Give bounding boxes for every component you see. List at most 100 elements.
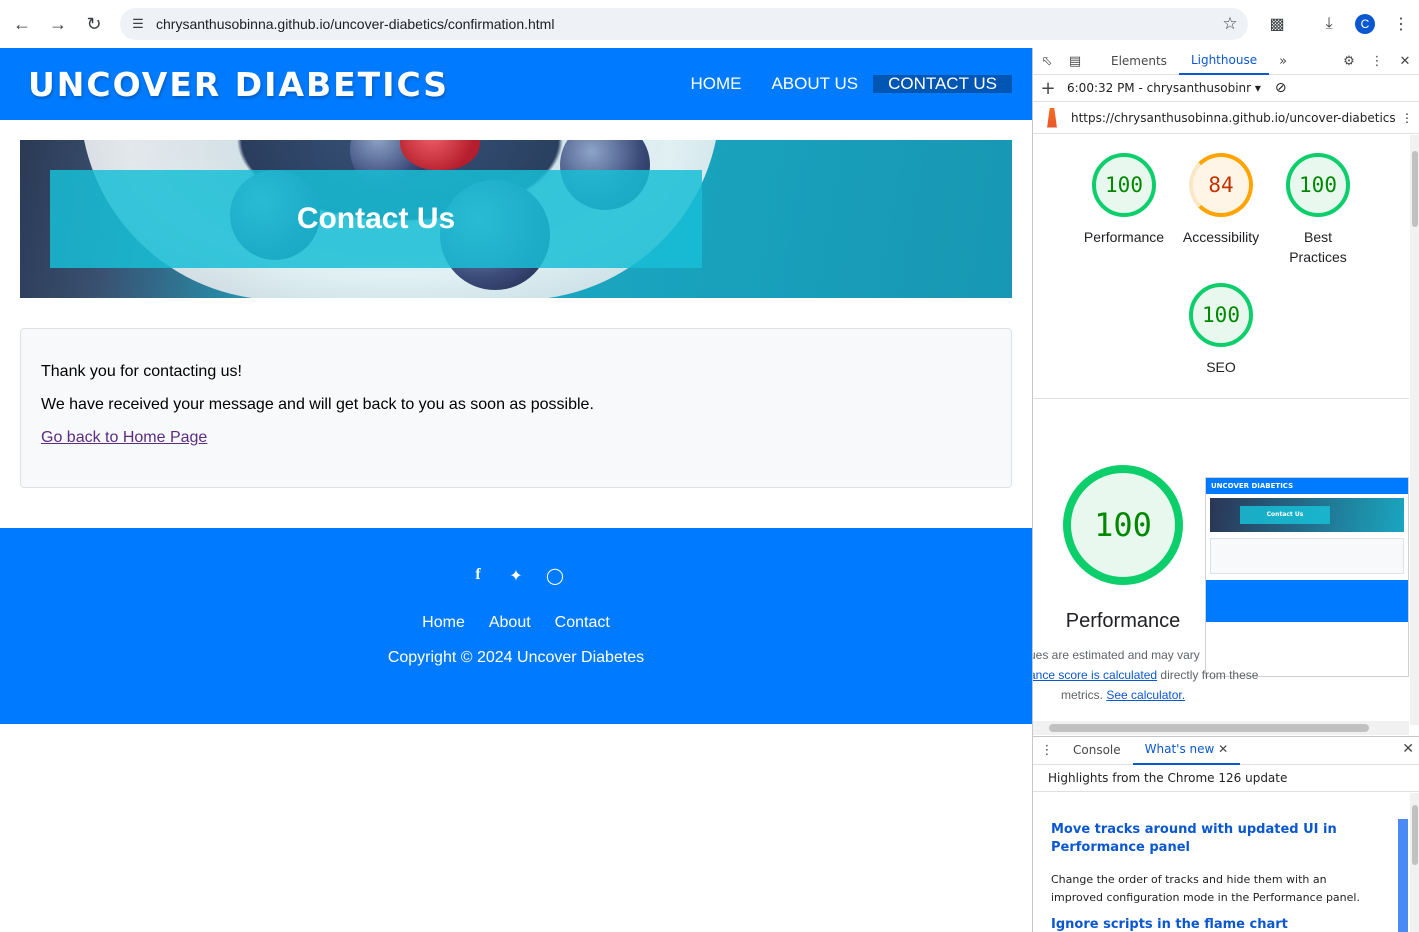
site-nav: HOME ABOUT US CONTACT US (675, 75, 1012, 93)
whats-new-item-title[interactable]: Move tracks around with updated UI in Pe… (1051, 821, 1371, 857)
score-label: Performance (1083, 229, 1165, 245)
whats-new-item-description: Change the order of tracks and hide them… (1051, 873, 1360, 904)
extensions-icon[interactable]: ▩ (1259, 8, 1295, 40)
score-value: 84 (1189, 153, 1253, 217)
page-title: Contact Us (296, 202, 456, 235)
instagram-icon[interactable]: ◯ (546, 566, 564, 586)
star-icon[interactable]: ☆ (1212, 14, 1248, 34)
profile-avatar[interactable]: C (1347, 8, 1383, 40)
kebab-menu-icon[interactable]: ⋮ (1363, 54, 1391, 69)
site-logo[interactable]: UNCOVER DIABETICS (28, 65, 449, 104)
devtools-tabbar: ⬁ ▤ Elements Lighthouse » ⚙ ⋮ ✕ (1033, 48, 1419, 75)
forward-icon[interactable]: → (40, 6, 76, 42)
lighthouse-logo-icon (1047, 107, 1057, 128)
url-text[interactable]: chrysanthusobinna.github.io/uncover-diab… (156, 16, 1212, 32)
see-calculator-link[interactable]: See calculator. (1106, 688, 1185, 702)
drawer-menu-icon[interactable]: ⋮ (1033, 743, 1061, 758)
site-footer: f ✦ ◯ Home About Contact Copyright © 202… (0, 528, 1032, 724)
report-url-bar: https://chrysanthusobinna.github.io/unco… (1033, 102, 1419, 134)
scrollbar-thumb[interactable] (1049, 724, 1369, 732)
metrics-note-line1: ues are estimated and may vary (1033, 648, 1200, 662)
download-icon[interactable]: ⤓ (1311, 8, 1347, 40)
performance-big-gauge: 100 (1063, 465, 1183, 585)
facebook-icon[interactable]: f (470, 566, 486, 586)
metrics-note-line2: ance score is calculated directly from t… (1033, 668, 1258, 682)
twitter-icon[interactable]: ✦ (508, 566, 524, 586)
performance-big-label: Performance (1065, 610, 1181, 632)
tab-whats-new[interactable]: What's new ✕ (1132, 736, 1241, 765)
score-gauge-seo[interactable]: 100 SEO (1173, 283, 1269, 377)
tab-elements[interactable]: Elements (1099, 48, 1179, 74)
report-selector-text: 6:00:32 PM - chrysanthusobinr (1067, 81, 1252, 95)
score-value: 100 (1092, 153, 1156, 217)
page-screenshot-thumbnail: UNCOVER DIABETICS Contact Us (1205, 477, 1409, 677)
report-horizontal-scrollbar[interactable] (1033, 721, 1409, 735)
whats-new-image (1398, 819, 1408, 932)
avatar: C (1355, 14, 1375, 34)
reload-icon[interactable]: ↻ (76, 6, 112, 42)
thumb-card (1210, 538, 1404, 574)
device-toggle-icon[interactable]: ▤ (1061, 54, 1089, 69)
confirmation-card: Thank you for contacting us! We have rec… (20, 328, 1012, 488)
whats-new-heading: Highlights from the Chrome 126 update (1033, 765, 1419, 792)
gear-icon[interactable]: ⚙ (1335, 54, 1363, 69)
more-tabs-icon[interactable]: » (1269, 54, 1297, 69)
toolbar-actions: ▩ ⤓ C ⋮ (1259, 8, 1419, 40)
nav-about[interactable]: ABOUT US (756, 75, 873, 93)
new-report-icon[interactable]: + (1033, 78, 1063, 99)
score-value: 100 (1189, 283, 1253, 347)
address-bar[interactable]: ☰ chrysanthusobinna.github.io/uncover-di… (120, 8, 1248, 40)
devtools-drawer: ⋮ Console What's new ✕ ✕ Highlights from… (1033, 736, 1419, 932)
score-value: 100 (1286, 153, 1350, 217)
report-vertical-scrollbar[interactable] (1410, 135, 1419, 725)
nav-home[interactable]: HOME (675, 75, 756, 93)
back-icon[interactable]: ← (4, 6, 40, 42)
tab-whats-new-label: What's new (1144, 742, 1215, 756)
clear-icon[interactable]: ⊘ (1275, 80, 1287, 96)
devtools-actions: ⚙ ⋮ ✕ (1335, 48, 1419, 74)
report-url[interactable]: https://chrysanthusobinna.github.io/unco… (1071, 111, 1395, 125)
footer-link-contact[interactable]: Contact (555, 614, 610, 632)
nav-contact[interactable]: CONTACT US (873, 75, 1012, 93)
devtools-panel: ⬁ ▤ Elements Lighthouse » ⚙ ⋮ ✕ + 6:00:3… (1032, 48, 1419, 932)
site-info-icon[interactable]: ☰ (120, 16, 156, 32)
thumb-header: UNCOVER DIABETICS (1206, 478, 1408, 494)
close-icon[interactable]: ✕ (1391, 54, 1419, 69)
thumb-hero-title: Contact Us (1240, 506, 1330, 524)
score-gauge-accessibility[interactable]: 84 Accessibility (1173, 153, 1269, 247)
score-label: Accessibility (1182, 229, 1260, 245)
report-selector[interactable]: 6:00:32 PM - chrysanthusobinr ▾ (1067, 81, 1261, 95)
whats-new-item-title[interactable]: Ignore scripts in the flame chart (1051, 917, 1371, 932)
menu-icon[interactable]: ⋮ (1383, 8, 1419, 40)
metrics-note-line3-text: metrics. (1061, 688, 1107, 702)
social-links: f ✦ ◯ (0, 566, 1032, 586)
thumb-hero: Contact Us (1210, 498, 1404, 532)
hero-banner: Contact Us (20, 140, 1012, 298)
score-gauge-performance[interactable]: 100 Performance (1076, 153, 1172, 247)
close-tab-icon[interactable]: ✕ (1218, 742, 1228, 756)
score-label: Best Practices (1289, 229, 1347, 265)
drawer-scrollbar[interactable] (1410, 793, 1419, 932)
page-viewport: UNCOVER DIABETICS HOME ABOUT US CONTACT … (0, 48, 1032, 932)
report-menu-icon[interactable]: ⋮ (1395, 111, 1419, 125)
footer-link-about[interactable]: About (489, 614, 531, 632)
inspect-icon[interactable]: ⬁ (1033, 54, 1061, 69)
browser-toolbar: ← → ↻ ☰ chrysanthusobinna.github.io/unco… (0, 0, 1419, 48)
scrollbar-thumb[interactable] (1412, 151, 1418, 227)
home-link[interactable]: Go back to Home Page (41, 429, 207, 446)
score-calculated-link[interactable]: ance score is calculated (1033, 668, 1157, 682)
received-text: We have received your message and will g… (41, 396, 594, 413)
metrics-note-line2-text: directly from these (1157, 668, 1259, 682)
lighthouse-report: 100 Performance 84 Accessibility 100 Bes… (1033, 135, 1409, 725)
scrollbar-thumb[interactable] (1412, 805, 1418, 865)
drawer-tabbar: ⋮ Console What's new ✕ ✕ (1033, 737, 1419, 765)
tab-console[interactable]: Console (1061, 737, 1133, 764)
lighthouse-toolbar: + 6:00:32 PM - chrysanthusobinr ▾ ⊘ (1033, 75, 1419, 102)
score-gauge-best-practices[interactable]: 100 Best Practices (1270, 153, 1366, 267)
footer-nav: Home About Contact (0, 614, 1032, 632)
tab-lighthouse[interactable]: Lighthouse (1178, 48, 1270, 75)
footer-link-home[interactable]: Home (422, 614, 465, 632)
close-drawer-icon[interactable]: ✕ (1402, 741, 1414, 757)
hero-title-box: Contact Us (50, 170, 702, 268)
thumb-footer (1206, 580, 1408, 622)
